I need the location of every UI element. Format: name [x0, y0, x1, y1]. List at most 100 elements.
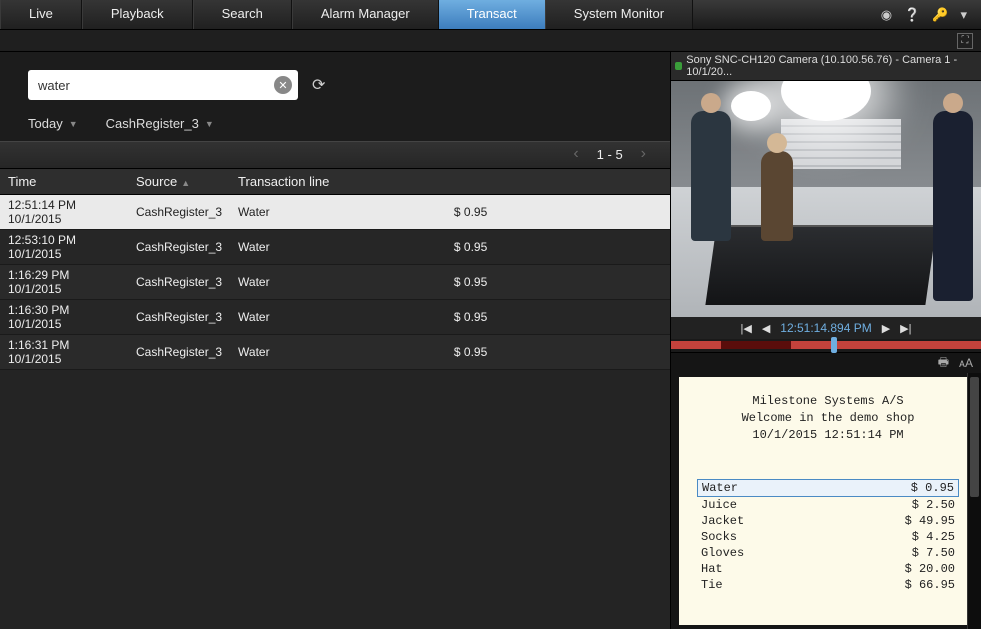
- tab-transact[interactable]: Transact: [439, 0, 545, 29]
- sort-asc-icon: ▲: [181, 178, 190, 188]
- receipt-item-price: $ 7.50: [912, 546, 955, 560]
- receipt-item-price: $ 2.50: [912, 498, 955, 512]
- table-row[interactable]: 1:16:29 PM 10/1/2015CashRegister_3Water$…: [0, 265, 670, 300]
- cell-time: 1:16:29 PM 10/1/2015: [0, 265, 128, 300]
- results-table-wrap: Time Source▲ Transaction line 12:51:14 P…: [0, 169, 670, 629]
- pager-range: 1 - 5: [597, 147, 623, 162]
- cell-time: 12:51:14 PM 10/1/2015: [0, 195, 128, 230]
- receipt-line: Juice $ 2.50: [697, 497, 959, 513]
- receipt-line: Jacket $ 49.95: [697, 513, 959, 529]
- receipt-line: Tie $ 66.95: [697, 577, 959, 593]
- cell-line: Water: [230, 300, 446, 335]
- date-filter[interactable]: Today ▼: [28, 116, 78, 131]
- playback-time: 12:51:14.894 PM: [780, 321, 871, 335]
- receipt-line: Hat $ 20.00: [697, 561, 959, 577]
- refresh-icon[interactable]: ⟳: [312, 75, 325, 95]
- col-header-time[interactable]: Time: [0, 169, 128, 195]
- receipt-item-name: Tie: [701, 578, 723, 592]
- tab-system-monitor[interactable]: System Monitor: [545, 0, 693, 29]
- source-filter-label: CashRegister_3: [106, 116, 199, 131]
- skip-forward-icon[interactable]: ▶|: [900, 322, 911, 335]
- receipt-scrollbar[interactable]: [967, 373, 981, 629]
- results-table: Time Source▲ Transaction line 12:51:14 P…: [0, 169, 670, 370]
- receipt-lines: Water$ 0.95Juice$ 2.50Jacket$ 49.95Socks…: [697, 479, 959, 593]
- receipt-item-name: Jacket: [701, 514, 744, 528]
- receipt: Milestone Systems A/S Welcome in the dem…: [679, 377, 977, 625]
- text-size-icon[interactable]: ᴀA: [959, 356, 973, 370]
- cell-line: Water: [230, 335, 446, 370]
- receipt-line: Water$ 0.95: [697, 479, 959, 497]
- cell-time: 1:16:30 PM 10/1/2015: [0, 300, 128, 335]
- print-icon[interactable]: 🖶: [938, 353, 949, 374]
- camera-status-icon: [675, 62, 682, 70]
- pager-prev-icon[interactable]: ‹: [569, 145, 582, 163]
- cell-source: CashRegister_3: [128, 230, 230, 265]
- search-input[interactable]: [28, 70, 298, 100]
- scrollbar-thumb[interactable]: [970, 377, 979, 497]
- cell-time: 12:53:10 PM 10/1/2015: [0, 230, 128, 265]
- fullscreen-icon[interactable]: ⛶: [957, 33, 973, 49]
- skip-back-icon[interactable]: |◀: [741, 322, 752, 335]
- receipt-welcome: Welcome in the demo shop: [697, 410, 959, 427]
- topbar-right-icons: ◉ ❔ 🔑 ▾: [867, 0, 981, 29]
- receipt-item-price: $ 20.00: [905, 562, 955, 576]
- receipt-header: Milestone Systems A/S Welcome in the dem…: [697, 393, 959, 443]
- tab-playback[interactable]: Playback: [82, 0, 193, 29]
- play-forward-icon[interactable]: ▶: [882, 322, 890, 335]
- search-box: ✕: [28, 70, 298, 100]
- chevron-down-icon[interactable]: ▾: [960, 7, 967, 23]
- camera-title: Sony SNC-CH120 Camera (10.100.56.76) - C…: [686, 54, 977, 78]
- key-icon[interactable]: 🔑: [932, 7, 948, 23]
- cell-source: CashRegister_3: [128, 335, 230, 370]
- help-icon[interactable]: ❔: [904, 7, 920, 23]
- receipt-item-price: $ 0.95: [911, 481, 954, 495]
- chevron-down-icon: ▼: [69, 119, 78, 129]
- table-row[interactable]: 1:16:30 PM 10/1/2015CashRegister_3Water$…: [0, 300, 670, 335]
- main-area: ✕ ⟳ Today ▼ CashRegister_3 ▼ ‹ 1 - 5 › T: [0, 52, 981, 629]
- receipt-toolbar: 🖶 ᴀA: [671, 353, 981, 373]
- cell-line: Water: [230, 265, 446, 300]
- receipt-item-name: Gloves: [701, 546, 744, 560]
- timeline-cursor[interactable]: [831, 337, 837, 353]
- cell-amount: $ 0.95: [446, 265, 670, 300]
- table-row[interactable]: 12:51:14 PM 10/1/2015CashRegister_3Water…: [0, 195, 670, 230]
- receipt-item-price: $ 66.95: [905, 578, 955, 592]
- receipt-datetime: 10/1/2015 12:51:14 PM: [697, 427, 959, 444]
- top-navbar: LivePlaybackSearchAlarm ManagerTransactS…: [0, 0, 981, 30]
- cell-amount: $ 0.95: [446, 230, 670, 265]
- receipt-company: Milestone Systems A/S: [697, 393, 959, 410]
- cell-amount: $ 0.95: [446, 335, 670, 370]
- table-row[interactable]: 1:16:31 PM 10/1/2015CashRegister_3Water$…: [0, 335, 670, 370]
- receipt-item-name: Juice: [701, 498, 737, 512]
- pager-next-icon[interactable]: ›: [637, 145, 650, 163]
- receipt-item-price: $ 49.95: [905, 514, 955, 528]
- receipt-item-name: Hat: [701, 562, 723, 576]
- table-row[interactable]: 12:53:10 PM 10/1/2015CashRegister_3Water…: [0, 230, 670, 265]
- play-back-icon[interactable]: ◀: [762, 322, 770, 335]
- pager-bar: ‹ 1 - 5 ›: [0, 141, 670, 169]
- source-filter[interactable]: CashRegister_3 ▼: [106, 116, 214, 131]
- cell-amount: $ 0.95: [446, 300, 670, 335]
- receipt-line: Gloves $ 7.50: [697, 545, 959, 561]
- tab-live[interactable]: Live: [0, 0, 82, 29]
- col-header-source[interactable]: Source▲: [128, 169, 230, 195]
- camera-title-bar: Sony SNC-CH120 Camera (10.100.56.76) - C…: [671, 52, 981, 81]
- timeline[interactable]: [671, 339, 981, 353]
- receipt-line: Socks$ 4.25: [697, 529, 959, 545]
- cell-source: CashRegister_3: [128, 195, 230, 230]
- tab-search[interactable]: Search: [193, 0, 292, 29]
- receipt-item-name: Socks: [701, 530, 737, 544]
- clear-search-icon[interactable]: ✕: [274, 76, 292, 94]
- cell-amount: $ 0.95: [446, 195, 670, 230]
- status-icon[interactable]: ◉: [881, 7, 892, 23]
- tab-alarm-manager[interactable]: Alarm Manager: [292, 0, 439, 29]
- date-filter-label: Today: [28, 116, 63, 131]
- right-panel: Sony SNC-CH120 Camera (10.100.56.76) - C…: [670, 52, 981, 629]
- receipt-wrap: Milestone Systems A/S Welcome in the dem…: [671, 373, 981, 629]
- camera-view[interactable]: [671, 81, 981, 317]
- sub-toolbar: ⛶: [0, 30, 981, 52]
- left-panel: ✕ ⟳ Today ▼ CashRegister_3 ▼ ‹ 1 - 5 › T: [0, 52, 670, 629]
- results-tbody: 12:51:14 PM 10/1/2015CashRegister_3Water…: [0, 195, 670, 370]
- cell-line: Water: [230, 195, 446, 230]
- col-header-line[interactable]: Transaction line: [230, 169, 670, 195]
